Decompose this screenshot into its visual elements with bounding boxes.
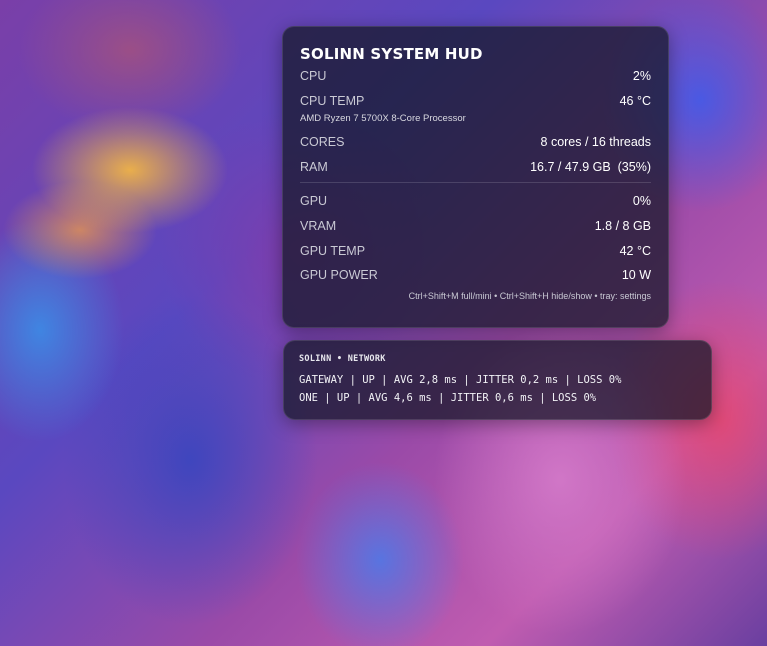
cores-label: CORES [300,135,345,150]
network-line-gateway: GATEWAY | UP | AVG 2,8 ms | JITTER 0,2 m… [299,374,622,386]
network-line-one: ONE | UP | AVG 4,6 ms | JITTER 0,6 ms | … [299,392,597,404]
gpu-label: GPU [300,194,328,209]
cpu-temp-value: 46 °C [619,93,651,108]
cores-row: CORES 8 cores / 16 threads [300,133,651,151]
network-title: SOLINN • NETWORK [299,354,386,364]
section-divider [300,182,651,184]
gpu-power-label: GPU POWER [300,268,378,283]
cpu-model-name: AMD Ryzen 7 5700X 8-Core Processor [300,113,466,125]
ram-row: RAM 16.7 / 47.9 GB (35%) [300,158,651,176]
hotkey-hint: Ctrl+Shift+M full/mini • Ctrl+Shift+H hi… [408,290,651,301]
cpu-temp-row: CPU TEMP 46 °C [300,92,651,110]
cpu-row: CPU 2% [300,67,651,85]
system-hud-panel: SOLINN SYSTEM HUD CPU 2% CPU TEMP 46 °C … [282,26,669,328]
gpu-power-row: GPU POWER 10 W [300,266,651,284]
vram-value: 1.8 / 8 GB [594,218,651,233]
ram-label: RAM [300,159,328,174]
ram-value: 16.7 / 47.9 GB (35%) [530,159,651,174]
cpu-label: CPU [300,69,327,83]
vram-label: VRAM [300,218,337,233]
gpu-power-value: 10 W [621,268,651,283]
cpu-value: 2% [632,69,651,83]
network-panel: SOLINN • NETWORK GATEWAY | UP | AVG 2,8 … [283,340,712,420]
gpu-temp-row: GPU TEMP 42 °C [300,242,651,260]
gpu-temp-label: GPU TEMP [300,243,366,258]
cores-value: 8 cores / 16 threads [540,135,651,150]
vram-row: VRAM 1.8 / 8 GB [300,217,651,235]
gpu-row: GPU 0% [300,192,651,210]
hud-title: SOLINN SYSTEM HUD [300,45,483,63]
gpu-temp-value: 42 °C [619,243,651,258]
cpu-temp-label: CPU TEMP [300,93,365,108]
gpu-value: 0% [632,194,651,209]
